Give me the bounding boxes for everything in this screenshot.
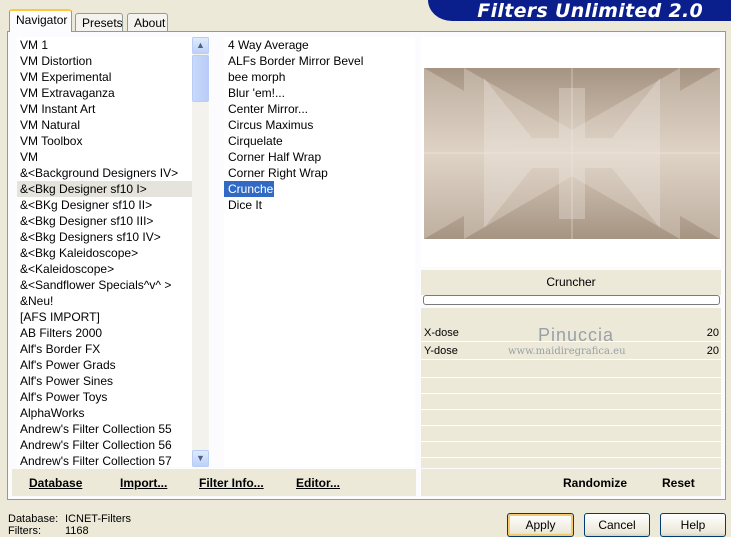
list-item[interactable]: VM 1	[17, 37, 192, 53]
chevron-up-icon: ▲	[196, 40, 205, 50]
list-item[interactable]: VM Instant Art	[17, 101, 192, 117]
list-item[interactable]: &<Bkg Designer sf10 III>	[17, 213, 192, 229]
list-item[interactable]: Andrew's Filter Collection 57	[17, 453, 192, 467]
list-item-selected[interactable]: Cruncher	[224, 181, 277, 197]
watermark-name: Pinuccia	[538, 325, 615, 345]
right-link-bar: Randomize Reset	[421, 469, 721, 496]
list-item[interactable]: Cirquelate	[224, 133, 415, 149]
list-item[interactable]: 4 Way Average	[224, 37, 415, 53]
list-item[interactable]: &Neu!	[17, 293, 192, 309]
tab-presets[interactable]: Presets	[75, 13, 123, 31]
category-list[interactable]: VM 1 VM Distortion VM Experimental VM Ex…	[17, 37, 192, 467]
list-item[interactable]: Corner Right Wrap	[224, 165, 415, 181]
list-item[interactable]: Dice It	[224, 197, 415, 213]
scroll-up-button[interactable]: ▲	[192, 37, 209, 54]
help-button[interactable]: Help	[660, 513, 726, 537]
param-row-empty	[421, 378, 721, 394]
filter-list[interactable]: 4 Way Average ALFs Border Mirror Bevel b…	[224, 37, 415, 467]
filters-count-label: Filters:	[8, 525, 41, 537]
param-row-empty	[421, 362, 721, 378]
param-row-empty	[421, 426, 721, 442]
list-item[interactable]: Alf's Power Toys	[17, 389, 192, 405]
list-item[interactable]: [AFS IMPORT]	[17, 309, 192, 325]
param-value[interactable]: 20	[707, 327, 719, 339]
list-item[interactable]: &<Sandflower Specials^v^ >	[17, 277, 192, 293]
category-scrollbar[interactable]: ▲ ▼	[192, 37, 209, 467]
list-item[interactable]: VM Extravaganza	[17, 85, 192, 101]
list-item[interactable]: VM Toolbox	[17, 133, 192, 149]
list-item[interactable]: Alf's Power Sines	[17, 373, 192, 389]
title-banner: Filters Unlimited 2.0	[428, 0, 731, 22]
database-status-value: ICNET-Filters	[65, 513, 131, 525]
cancel-button[interactable]: Cancel	[584, 513, 650, 537]
left-link-bar: Database Import... Filter Info... Editor…	[12, 469, 416, 496]
reset-link[interactable]: Reset	[662, 476, 695, 490]
list-item[interactable]: AlphaWorks	[17, 405, 192, 421]
list-item[interactable]: ALFs Border Mirror Bevel	[224, 53, 415, 69]
list-item[interactable]: Andrew's Filter Collection 56	[17, 437, 192, 453]
param-label: X-dose	[424, 327, 459, 339]
database-link[interactable]: Database	[29, 476, 82, 490]
param-row-empty	[421, 410, 721, 426]
list-item[interactable]: Corner Half Wrap	[224, 149, 415, 165]
chevron-down-icon: ▼	[196, 453, 205, 463]
list-item[interactable]: &<Background Designers IV>	[17, 165, 192, 181]
tab-about[interactable]: About	[127, 13, 168, 31]
list-item[interactable]: VM Experimental	[17, 69, 192, 85]
scroll-down-button[interactable]: ▼	[192, 450, 209, 467]
param-value[interactable]: 20	[707, 345, 719, 357]
editor-link[interactable]: Editor...	[296, 476, 340, 490]
param-row-empty	[421, 442, 721, 458]
banner-title: Filters Unlimited 2.0	[477, 0, 703, 22]
list-item[interactable]: &<Kaleidoscope>	[17, 261, 192, 277]
list-item[interactable]: &<Bkg Designers sf10 IV>	[17, 229, 192, 245]
preview-image	[424, 68, 720, 239]
list-item[interactable]: VM	[17, 149, 192, 165]
list-item[interactable]: &<BKg Designer sf10 II>	[17, 197, 192, 213]
list-item[interactable]: Center Mirror...	[224, 101, 415, 117]
list-item[interactable]: Blur 'em!...	[224, 85, 415, 101]
list-item[interactable]: Alf's Power Grads	[17, 357, 192, 373]
filter-name-label: Cruncher	[421, 270, 721, 295]
param-row-empty	[421, 394, 721, 410]
progress-bar	[423, 295, 720, 305]
list-item[interactable]: VM Distortion	[17, 53, 192, 69]
list-item[interactable]: &<Bkg Kaleidoscope>	[17, 245, 192, 261]
list-item-selected[interactable]: &<Bkg Designer sf10 I>	[17, 181, 192, 197]
param-label: Y-dose	[424, 345, 458, 357]
filter-info-link[interactable]: Filter Info...	[199, 476, 264, 490]
tab-navigator[interactable]: Navigator	[9, 9, 72, 32]
database-status-label: Database:	[8, 513, 59, 525]
list-item[interactable]: AB Filters 2000	[17, 325, 192, 341]
watermark-url: www.maidiregrafica.eu	[508, 346, 626, 357]
apply-button[interactable]: Apply	[507, 513, 574, 537]
import-link[interactable]: Import...	[120, 476, 167, 490]
list-item[interactable]: Alf's Border FX	[17, 341, 192, 357]
filters-count-value: 1168	[65, 525, 89, 537]
list-item[interactable]: Andrew's Filter Collection 55	[17, 421, 192, 437]
list-item[interactable]: bee morph	[224, 69, 415, 85]
randomize-link[interactable]: Randomize	[563, 476, 627, 490]
list-item[interactable]: VM Natural	[17, 117, 192, 133]
list-item[interactable]: Circus Maximus	[224, 117, 415, 133]
scroll-thumb[interactable]	[192, 55, 209, 102]
